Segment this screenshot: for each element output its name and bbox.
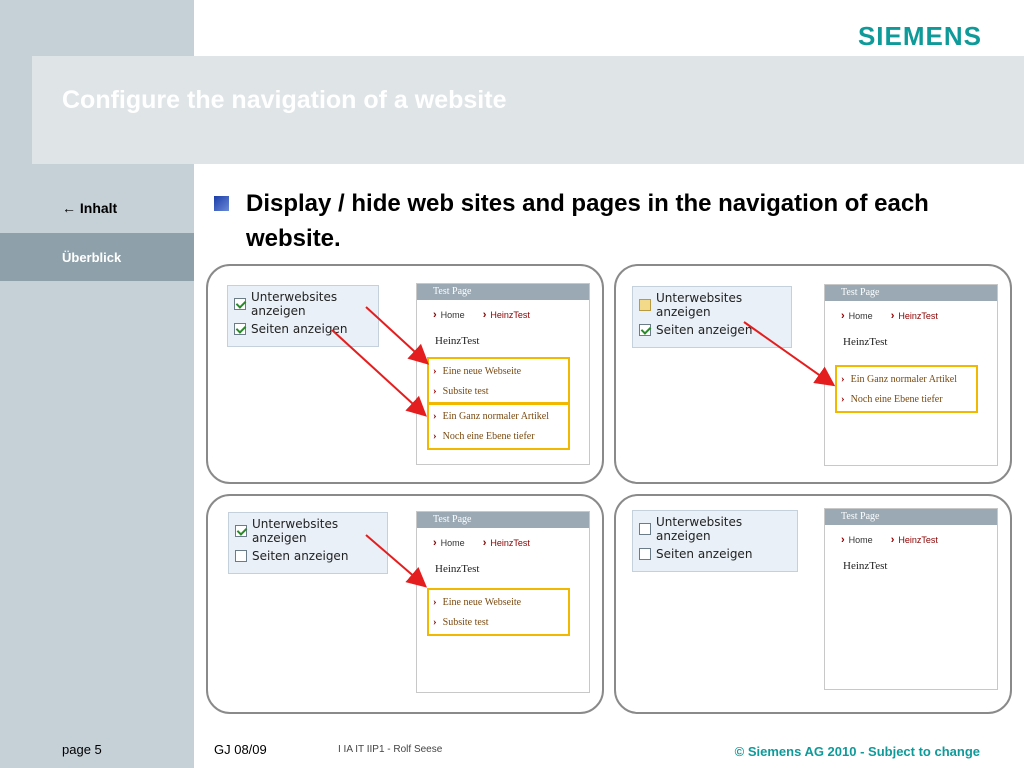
highlight-pages: › Ein Ganz normaler Artikel › Noch eine Eb… bbox=[427, 402, 570, 450]
example-panel-none: Unterwebsites anzeigen Seiten anzeigen T… bbox=[614, 494, 1012, 714]
option-seiten[interactable]: Seiten anzeigen bbox=[639, 317, 785, 342]
chevron-right-icon: › bbox=[890, 310, 895, 322]
site-header: Test Page bbox=[417, 284, 589, 300]
slide-heading: Display / hide web sites and pages in th… bbox=[246, 190, 929, 252]
option-unterwebsites[interactable]: Unterwebsites anzeigen bbox=[235, 516, 381, 545]
footer-fiscal-year: GJ 08/09 bbox=[214, 742, 267, 757]
bullet-square-icon bbox=[214, 196, 229, 211]
chevron-right-icon: › bbox=[841, 310, 845, 322]
option-seiten[interactable]: Seiten anzeigen bbox=[235, 543, 381, 568]
footer-copyright: © Siemens AG 2010 - Subject to change bbox=[734, 744, 980, 759]
crumb-current[interactable]: HeinzTest bbox=[898, 311, 938, 321]
nav-ueberblick-label: Überblick bbox=[62, 250, 122, 265]
option-unterwebsites[interactable]: Unterwebsites anzeigen bbox=[234, 289, 372, 318]
crumb-home[interactable]: Home bbox=[441, 310, 465, 320]
siemens-logo: SIEMENS bbox=[857, 21, 982, 51]
checkbox-checked-icon[interactable] bbox=[234, 297, 246, 310]
breadcrumb: › Home › HeinzTest bbox=[841, 534, 997, 546]
crumb-current[interactable]: HeinzTest bbox=[898, 535, 938, 545]
website-preview: Test Page › Home › HeinzTest HeinzTest bbox=[824, 508, 998, 690]
nav-link[interactable]: › Subsite test bbox=[433, 381, 564, 401]
chevron-right-icon: › bbox=[433, 385, 437, 397]
website-preview: Test Page › Home › HeinzTest HeinzTest › Ein… bbox=[416, 283, 590, 465]
site-title: HeinzTest bbox=[435, 335, 480, 347]
highlight-subsites: › Eine neue Webseite › Subsite test bbox=[427, 357, 570, 405]
chevron-right-icon: › bbox=[890, 534, 895, 546]
checkbox-unchecked-icon[interactable] bbox=[639, 522, 651, 535]
nav-link[interactable]: › Ein Ganz normaler Artikel bbox=[433, 406, 564, 426]
option-label: Unterwebsites anzeigen bbox=[656, 514, 743, 543]
checkbox-checked-icon[interactable] bbox=[235, 524, 247, 537]
chevron-right-icon: › bbox=[841, 393, 845, 405]
option-label: Seiten anzeigen bbox=[252, 548, 349, 563]
nav-item-inhalt[interactable]: ← Inhalt bbox=[62, 200, 117, 216]
nav-link[interactable]: › Noch eine Ebene tiefer bbox=[433, 426, 564, 446]
option-label: Seiten anzeigen bbox=[656, 322, 753, 337]
highlight-pages: › Ein Ganz normaler Artikel › Noch eine Eb… bbox=[835, 365, 978, 413]
example-panel-subsites-only: Unterwebsites anzeigen Seiten anzeigen T… bbox=[206, 494, 604, 714]
crumb-home[interactable]: Home bbox=[441, 538, 465, 548]
chevron-right-icon: › bbox=[433, 430, 437, 442]
chevron-right-icon: › bbox=[433, 309, 437, 321]
chevron-right-icon: › bbox=[482, 309, 487, 321]
site-title: HeinzTest bbox=[843, 560, 888, 572]
chevron-right-icon: › bbox=[433, 537, 437, 549]
crumb-home[interactable]: Home bbox=[849, 535, 873, 545]
nav-link[interactable]: › Eine neue Webseite bbox=[433, 592, 564, 612]
breadcrumb: › Home › HeinzTest bbox=[841, 310, 997, 322]
chevron-right-icon: › bbox=[433, 616, 437, 628]
footer-page-number: page 5 bbox=[62, 742, 102, 757]
website-preview: Test Page › Home › HeinzTest HeinzTest › Ein… bbox=[824, 284, 998, 466]
checkbox-partial-icon[interactable] bbox=[639, 298, 651, 311]
option-unterwebsites[interactable]: Unterwebsites anzeigen bbox=[639, 514, 791, 543]
chevron-right-icon: › bbox=[433, 365, 437, 377]
option-label: Seiten anzeigen bbox=[251, 321, 348, 336]
checkbox-unchecked-icon[interactable] bbox=[235, 549, 247, 562]
options-box: Unterwebsites anzeigen Seiten anzeigen bbox=[227, 285, 379, 347]
site-header: Test Page bbox=[825, 509, 997, 525]
footer-department: I IA IT IIP1 - Rolf Seese bbox=[338, 744, 443, 755]
checkbox-checked-icon[interactable] bbox=[234, 322, 246, 335]
option-label: Unterwebsites anzeigen bbox=[251, 289, 338, 318]
options-box: Unterwebsites anzeigen Seiten anzeigen bbox=[632, 286, 792, 348]
checkbox-unchecked-icon[interactable] bbox=[639, 547, 651, 560]
option-seiten[interactable]: Seiten anzeigen bbox=[639, 541, 791, 566]
option-label: Seiten anzeigen bbox=[656, 546, 753, 561]
nav-inhalt-label: Inhalt bbox=[79, 200, 118, 216]
chevron-right-icon: › bbox=[433, 596, 437, 608]
site-header: Test Page bbox=[417, 512, 589, 528]
crumb-home[interactable]: Home bbox=[849, 311, 873, 321]
site-title: HeinzTest bbox=[435, 563, 480, 575]
option-unterwebsites[interactable]: Unterwebsites anzeigen bbox=[639, 290, 785, 319]
website-preview: Test Page › Home › HeinzTest HeinzTest › Ein… bbox=[416, 511, 590, 693]
breadcrumb: › Home › HeinzTest bbox=[433, 537, 589, 549]
chevron-right-icon: › bbox=[482, 537, 487, 549]
chevron-right-icon: › bbox=[433, 410, 437, 422]
chevron-right-icon: › bbox=[841, 534, 845, 546]
site-header: Test Page bbox=[825, 285, 997, 301]
arrow-left-icon: ← bbox=[62, 200, 76, 216]
slide-title: Configure the navigation of a website bbox=[62, 86, 507, 114]
nav-link[interactable]: › Noch eine Ebene tiefer bbox=[841, 389, 972, 409]
nav-item-ueberblick[interactable]: Überblick bbox=[0, 233, 194, 281]
example-panel-both-on: Unterwebsites anzeigen Seiten anzeigen T… bbox=[206, 264, 604, 484]
highlight-subsites: › Eine neue Webseite › Subsite test bbox=[427, 588, 570, 636]
site-title: HeinzTest bbox=[843, 336, 888, 348]
example-panel-pages-only: Unterwebsites anzeigen Seiten anzeigen T… bbox=[614, 264, 1012, 484]
nav-link[interactable]: › Ein Ganz normaler Artikel bbox=[841, 369, 972, 389]
options-box: Unterwebsites anzeigen Seiten anzeigen bbox=[228, 512, 388, 574]
option-label: Unterwebsites anzeigen bbox=[252, 516, 339, 545]
nav-link[interactable]: › Subsite test bbox=[433, 612, 564, 632]
crumb-current[interactable]: HeinzTest bbox=[490, 538, 530, 548]
nav-link[interactable]: › Eine neue Webseite bbox=[433, 361, 564, 381]
crumb-current[interactable]: HeinzTest bbox=[490, 310, 530, 320]
options-box: Unterwebsites anzeigen Seiten anzeigen bbox=[632, 510, 798, 572]
breadcrumb: › Home › HeinzTest bbox=[433, 309, 589, 321]
option-seiten[interactable]: Seiten anzeigen bbox=[234, 316, 372, 341]
checkbox-checked-icon[interactable] bbox=[639, 323, 651, 336]
option-label: Unterwebsites anzeigen bbox=[656, 290, 743, 319]
chevron-right-icon: › bbox=[841, 373, 845, 385]
